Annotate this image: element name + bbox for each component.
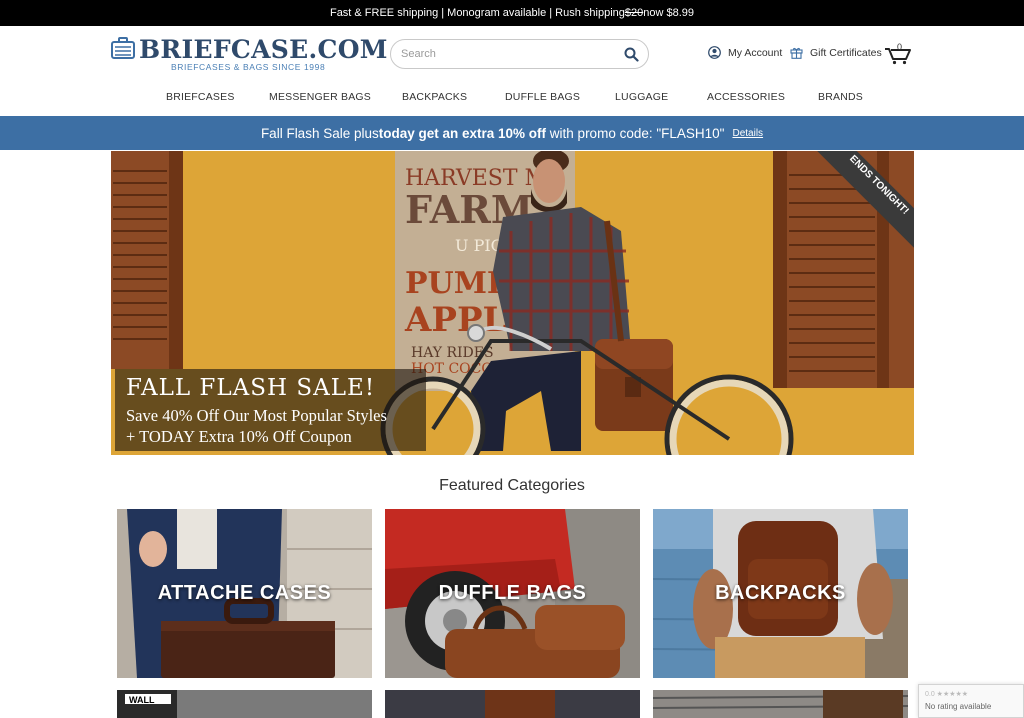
category-card-backpacks[interactable]: BACKPACKS — [653, 509, 908, 678]
hero-caption-title: FALL FLASH SALE! — [126, 375, 376, 401]
rating-text: No rating available — [925, 702, 992, 711]
category-label-backpacks: BACKPACKS — [715, 582, 846, 604]
cart-count: 0 — [897, 42, 903, 52]
rating-stars: 0.0 ★★★★★ — [925, 691, 969, 698]
hero-banner[interactable]: HARVEST M FARM U PIC PUMP APPLE HAY RIDE… — [111, 151, 914, 455]
category-label-duffle-bags: DUFFLE BAGS — [438, 582, 587, 604]
shipping-promo-text: Fast & FREE shipping | Monogram availabl… — [329, 7, 625, 19]
search-input[interactable] — [401, 48, 611, 60]
shipping-old-price: $20 — [624, 7, 644, 19]
hero-caption: FALL FLASH SALE! Save 40% Off Our Most P… — [115, 369, 426, 451]
nav-item-backpacks[interactable]: BACKPACKS — [402, 91, 467, 103]
site-header: BRIEFCASE.COM BRIEFCASES & BAGS SINCE 19… — [0, 26, 1024, 82]
shipping-new-price: now $8.99 — [643, 7, 695, 19]
main-nav: BRIEFCASES MESSENGER BAGS BACKPACKS DUFF… — [0, 86, 1024, 110]
cart-button[interactable]: 0 — [884, 42, 912, 65]
category-row2-image-3 — [653, 690, 908, 718]
shipping-promo-bar: Fast & FREE shipping | Monogram availabl… — [0, 0, 1024, 26]
gift-certificates-label: Gift Certificates — [810, 46, 882, 59]
sale-details-link[interactable]: Details — [732, 128, 763, 139]
sign-line-3: U PIC — [455, 236, 503, 255]
logo-wordmark: BRIEFCASE.COM — [139, 35, 388, 64]
category-card-row2-1[interactable]: WALL — [117, 690, 372, 718]
nav-item-duffle-bags[interactable]: DUFFLE BAGS — [505, 91, 580, 103]
flash-sale-banner[interactable]: Fall Flash Sale plus today get an extra … — [0, 116, 1024, 150]
category-card-duffle-bags[interactable]: DUFFLE BAGS — [385, 509, 640, 678]
my-account-label: My Account — [728, 46, 783, 59]
category-card-row2-3[interactable] — [653, 690, 908, 718]
search-box — [390, 39, 649, 69]
category-row2-image-1: WALL — [117, 690, 372, 718]
sale-promo-code: with promo code: "FLASH10" — [546, 125, 725, 141]
user-icon — [708, 46, 721, 59]
category-card-attache-cases[interactable]: ATTACHE CASES — [117, 509, 372, 678]
gift-certificates-link[interactable]: Gift Certificates — [790, 46, 882, 59]
nav-item-brands[interactable]: BRANDS — [818, 91, 863, 103]
street-sign-text: WALL — [129, 695, 155, 705]
sale-text-bold: today get an extra 10% off — [378, 125, 547, 141]
nav-item-luggage[interactable]: LUGGAGE — [615, 91, 668, 103]
hero-caption-line-2: + TODAY Extra 10% Off Coupon — [126, 427, 352, 446]
briefcase-logo-icon — [111, 37, 135, 59]
site-logo[interactable]: BRIEFCASE.COM BRIEFCASES & BAGS SINCE 19… — [111, 35, 387, 75]
nav-item-messenger-bags[interactable]: MESSENGER BAGS — [269, 91, 371, 103]
rating-badge: 0.0 ★★★★★ No rating available — [918, 684, 1024, 718]
category-label-attache-cases: ATTACHE CASES — [157, 582, 332, 604]
my-account-link[interactable]: My Account — [708, 46, 782, 59]
gift-icon — [790, 47, 803, 59]
logo-tagline: BRIEFCASES & BAGS SINCE 1998 — [171, 62, 326, 72]
hero-caption-line-1: Save 40% Off Our Most Popular Styles — [126, 406, 387, 425]
nav-item-accessories[interactable]: ACCESSORIES — [707, 91, 785, 103]
featured-categories-title: Featured Categories — [439, 477, 585, 494]
nav-item-briefcases[interactable]: BRIEFCASES — [166, 91, 235, 103]
category-card-row2-2[interactable] — [385, 690, 640, 718]
category-row2-image-2 — [385, 690, 640, 718]
sale-text-start: Fall Flash Sale plus — [260, 125, 379, 141]
search-icon[interactable] — [624, 47, 639, 62]
